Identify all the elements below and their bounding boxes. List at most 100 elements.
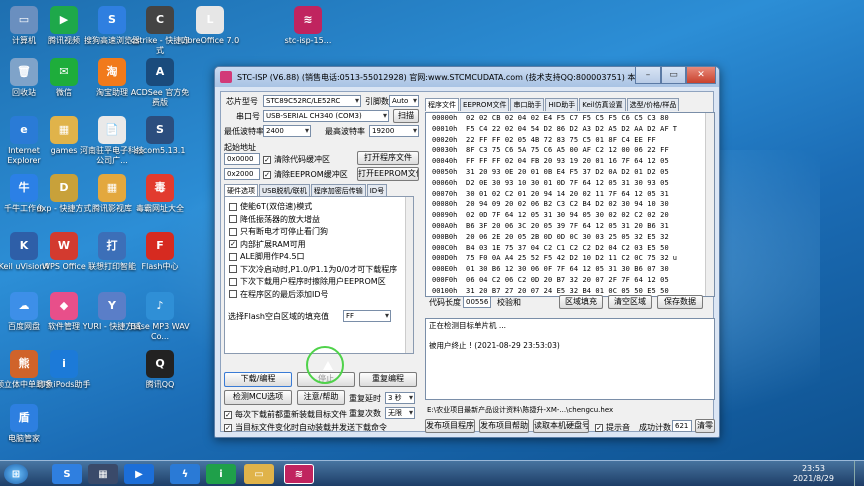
hex-view[interactable]: 00000h 02 02 CB 02 04 02 E4 F5 C7 F5 C5 F…	[425, 112, 715, 297]
option-checkbox[interactable]: 降低振荡器的放大增益	[229, 214, 320, 225]
reload-checkbox[interactable]: ✓ 每次下载前都重新装载目标文件	[224, 409, 347, 420]
desktop-icon[interactable]: L LibreOffice 7.0	[178, 6, 242, 46]
port-select[interactable]: USB-SERIAL CH340 (COM3)	[263, 110, 389, 122]
desktop-icon[interactable]: 盾电脑管家	[0, 404, 56, 444]
autoload-label: 当目标文件变化时自动装载并发送下载命令	[235, 423, 387, 432]
clear-area-button[interactable]: 清空区域	[608, 295, 652, 309]
checkbox-box	[229, 215, 237, 223]
hex-addr: 000B0h	[432, 232, 458, 241]
clear-code-label: 清除代码缓冲区	[274, 155, 330, 164]
desktop-icon[interactable]: ≋ stc-isp-15...	[276, 6, 340, 46]
code-addr-input[interactable]: 0x0000	[224, 153, 260, 165]
desktop-icon-glyph: 淘	[98, 58, 126, 86]
tab[interactable]: Keil仿真设置	[579, 98, 626, 111]
option-checkbox[interactable]: ✓ 内部扩展RAM可用	[229, 239, 306, 250]
option-checkbox[interactable]: 使能6T(双倍速)模式	[229, 201, 312, 212]
clear-code-checkbox[interactable]: ✓ 清除代码缓冲区	[263, 154, 330, 165]
desktop-icon[interactable]: 毒毒霸网址大全	[128, 174, 192, 214]
show-desktop-button[interactable]	[854, 461, 864, 486]
success-count-label: 成功计数	[639, 423, 671, 432]
taskbar-iqiyi-icon[interactable]: i	[206, 464, 236, 484]
taskbar-stc-icon[interactable]: ≋	[284, 464, 314, 484]
fill-area-button[interactable]: 区域填充	[559, 295, 603, 309]
clear-eeprom-checkbox[interactable]: ✓ 清除EEPROM缓冲区	[263, 169, 348, 180]
option-checkbox[interactable]: 下次下载用户程序时擦除用户EEPROM区	[229, 276, 386, 287]
tab[interactable]: 选型/价格/样品	[626, 98, 680, 111]
taskbar-media-icon[interactable]: ▦	[88, 464, 118, 484]
tab[interactable]: HID助手	[545, 98, 579, 111]
hex-bytes: 8F C3 75 C6 5A 75 C6 A5 00 AF C2 12 00 0…	[466, 146, 669, 155]
option-checkbox[interactable]: ALE脚用作P4.5口	[229, 251, 305, 262]
taskbar-browser-icon[interactable]: S	[52, 464, 82, 484]
desktop-icon[interactable]: Ssscom5.13.1	[128, 116, 192, 156]
checkbox-box	[229, 227, 237, 236]
option-checkbox[interactable]: 下次冷启动时,P1.0/P1.1为0/0才可下载程序	[229, 264, 397, 275]
save-data-button[interactable]: 保存数据	[657, 295, 703, 309]
eeprom-addr-input[interactable]: 0x2000	[224, 168, 260, 180]
pin-select[interactable]: Auto	[389, 95, 419, 107]
hex-addr: 00100h	[432, 286, 458, 295]
start-button[interactable]: ⊞	[4, 464, 28, 484]
taskbar-lightning-icon[interactable]: ϟ	[170, 464, 200, 484]
hex-bytes: 30 01 02 C2 01 20 94 14 20 02 11 7F 64 1…	[466, 189, 669, 198]
beep-checkbox[interactable]: ✓ 提示音	[595, 422, 630, 433]
clock-time: 23:53	[801, 464, 826, 473]
hex-addr: 00040h	[432, 157, 458, 166]
open-program-button[interactable]: 打开程序文件	[357, 151, 419, 165]
window-client: 芯片型号 STC89C52RC/LE52RC 引脚数 Auto 串口号 USB-…	[220, 91, 715, 433]
minimize-button[interactable]: –	[635, 67, 661, 84]
tab[interactable]: 串口助手	[510, 98, 545, 111]
check-mcu-button[interactable]: 检测MCU选项	[224, 390, 292, 405]
hex-scrollbar[interactable]	[705, 113, 714, 296]
desktop-icon[interactable]: ♪ Base MP3 WAV Co...	[128, 292, 192, 342]
open-eeprom-button[interactable]: 打开EEPROM文件	[357, 167, 419, 181]
options-scrollbar[interactable]	[405, 197, 413, 353]
repeat-program-button[interactable]: 重复编程	[359, 372, 417, 387]
chip-select[interactable]: STC89C52RC/LE52RC	[263, 95, 361, 107]
hex-row: 00010h F5 C4 22 02 04 54 D2 86 D2 A3 D2 A…	[426, 124, 714, 135]
count-label: 重复次数	[349, 409, 381, 418]
code-length-value: 00556	[463, 296, 491, 308]
desktop-icon-glyph: ◆	[50, 292, 78, 320]
pin-label: 引脚数	[365, 97, 389, 106]
count-select[interactable]: 无限	[385, 407, 415, 419]
desktop-icon[interactable]: A ACDSee 官方免费版	[128, 58, 192, 108]
desktop-icon-label: LibreOffice 7.0	[180, 36, 240, 45]
hex-addr: 00090h	[432, 211, 458, 220]
min-baud-select[interactable]: 2400	[263, 125, 311, 137]
tab[interactable]: 程序文件	[425, 98, 459, 111]
min-baud-label: 最低波特率	[224, 127, 264, 136]
taskbar: ⊞ S ▦ ▶ ϟ i ▭ ≋ 23:53 2021/8/29	[0, 460, 864, 486]
maximize-button[interactable]: ▭	[661, 67, 686, 84]
download-button[interactable]: 下载/编程	[224, 372, 292, 387]
max-baud-select[interactable]: 19200	[369, 125, 419, 137]
read-disk-button[interactable]: 读取本机硬盘号	[533, 419, 589, 433]
hex-bytes: 01 30 B6 12 30 06 0F 7F 64 12 05 31 30 B…	[466, 265, 669, 274]
taskbar-video-icon[interactable]: ▶	[124, 464, 154, 484]
port-label: 串口号	[236, 112, 260, 121]
publish-program-button[interactable]: 发布项目程序	[425, 419, 475, 433]
option-checkbox[interactable]: 只有断电才可停止看门狗	[229, 226, 328, 237]
desktop-icon[interactable]: F Flash中心	[128, 232, 192, 272]
log-line: 被用户终止 ! (2021-08-29 23:53:03)	[429, 341, 560, 350]
clear-count-button[interactable]: 清零	[695, 419, 715, 433]
desktop-icon-label: sscom5.13.1	[134, 146, 186, 155]
desktop-icon-glyph: D	[50, 174, 78, 202]
desktop-icon-glyph: 📄	[98, 116, 126, 144]
scan-button[interactable]: 扫描	[393, 109, 419, 123]
desktop-icon[interactable]: Q 腾讯QQ	[128, 350, 192, 390]
help-button[interactable]: 注意/帮助	[297, 390, 345, 405]
autoload-checkbox[interactable]: ✓ 当目标文件变化时自动装载并发送下载命令	[224, 422, 387, 433]
tab[interactable]: EEPROM文件	[460, 98, 510, 111]
stc-isp-window[interactable]: STC-ISP (V6.88) (销售电话:0513-55012928) 官网:…	[214, 66, 720, 438]
delay-select[interactable]: 3 秒	[385, 392, 415, 404]
fill-select[interactable]: FF	[343, 310, 391, 322]
clock[interactable]: 23:53 2021/8/29	[793, 464, 834, 484]
publish-help-button[interactable]: 发布项目帮助	[479, 419, 529, 433]
option-checkbox[interactable]: 在程序区的最后添加ID号	[229, 289, 329, 300]
desktop-icon[interactable]: i 印象iPods助手	[32, 350, 96, 390]
taskbar-explorer-icon[interactable]: ▭	[244, 464, 274, 484]
close-button[interactable]: ✕	[686, 67, 716, 84]
hardware-options-panel: 使能6T(双倍速)模式 降低振荡器的放大增益 只有断电才可停止看门狗 ✓ 内部扩展RAM…	[224, 196, 414, 354]
hex-bytes: F5 C4 22 02 04 54 D2 86 D2 A3 D2 A5 D2 A…	[466, 124, 669, 133]
